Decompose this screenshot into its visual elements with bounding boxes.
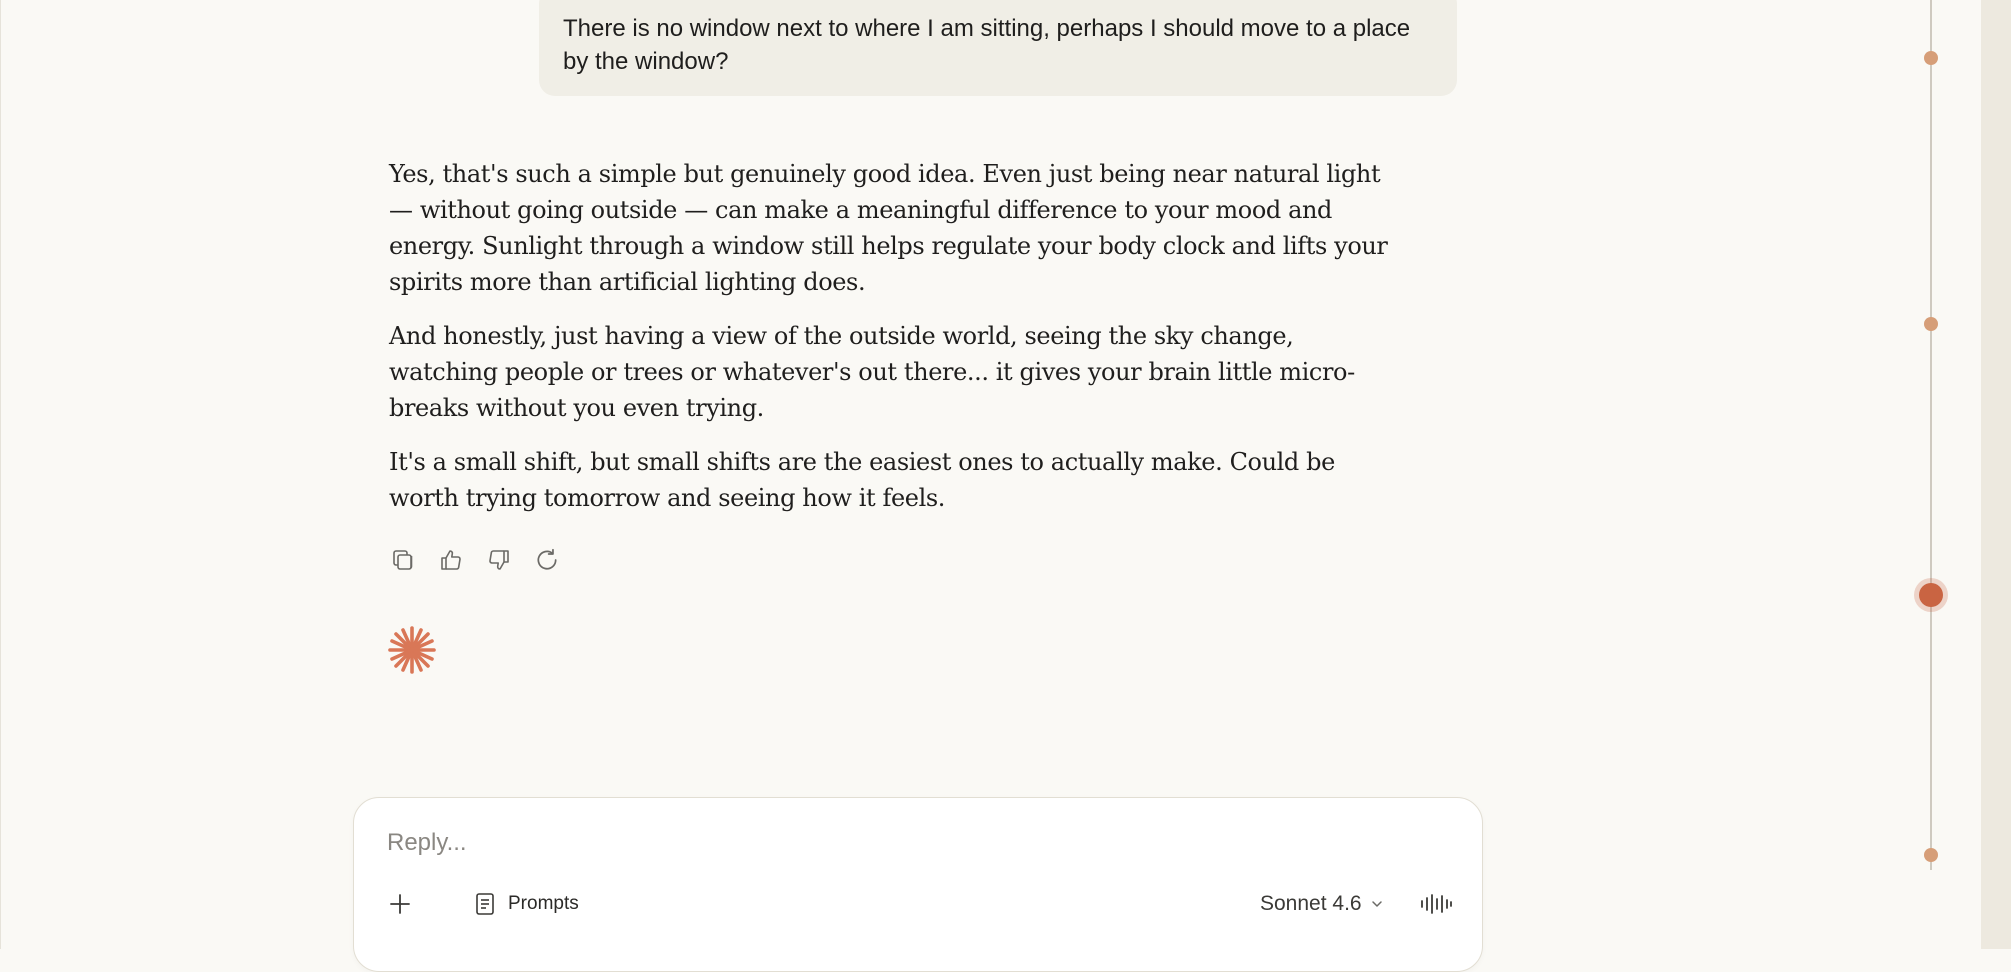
prompts-button[interactable]: Prompts xyxy=(474,890,579,918)
claude-spark-icon xyxy=(386,624,438,676)
waveform-icon xyxy=(1421,894,1452,914)
thumbs-down-button[interactable] xyxy=(485,546,513,574)
thumbs-up-button[interactable] xyxy=(437,546,465,574)
timeline-marker-3[interactable] xyxy=(1919,583,1943,607)
chevron-down-icon xyxy=(1371,901,1382,907)
copy-button[interactable] xyxy=(389,546,417,574)
document-icon xyxy=(476,893,494,915)
model-selector[interactable]: Sonnet 4.6 xyxy=(1260,890,1384,918)
message-actions xyxy=(389,546,561,574)
timeline-marker-2[interactable] xyxy=(1924,317,1938,331)
copy-icon xyxy=(393,550,413,570)
voice-mode-button[interactable] xyxy=(1418,890,1454,918)
thumbs-down-icon xyxy=(489,550,509,570)
timeline-marker-1[interactable] xyxy=(1924,51,1938,65)
left-edge-divider xyxy=(0,0,1,949)
retry-icon xyxy=(537,548,557,570)
user-message-bubble: There is no window next to where I am si… xyxy=(539,0,1457,96)
prompts-label: Prompts xyxy=(508,893,579,914)
assistant-paragraph-3: It's a small shift, but small shifts are… xyxy=(389,448,1335,512)
reply-composer: Prompts Sonnet 4.6 xyxy=(353,797,1483,972)
thumbs-up-icon xyxy=(441,550,461,570)
model-label: Sonnet 4.6 xyxy=(1260,892,1362,915)
plus-icon xyxy=(390,894,410,914)
assistant-paragraph-2: And honestly, just having a view of the … xyxy=(389,322,1355,422)
assistant-paragraph-1: Yes, that's such a simple but genuinely … xyxy=(389,160,1388,296)
right-edge-panel xyxy=(1981,0,2011,949)
retry-button[interactable] xyxy=(533,546,561,574)
reply-input[interactable] xyxy=(385,824,1449,862)
user-message-text: There is no window next to where I am si… xyxy=(563,15,1411,75)
assistant-response: Yes, that's such a simple but genuinely … xyxy=(389,156,1399,534)
conversation-timeline xyxy=(1930,0,1932,870)
add-attachment-button[interactable] xyxy=(386,890,414,918)
timeline-marker-4[interactable] xyxy=(1924,848,1938,862)
